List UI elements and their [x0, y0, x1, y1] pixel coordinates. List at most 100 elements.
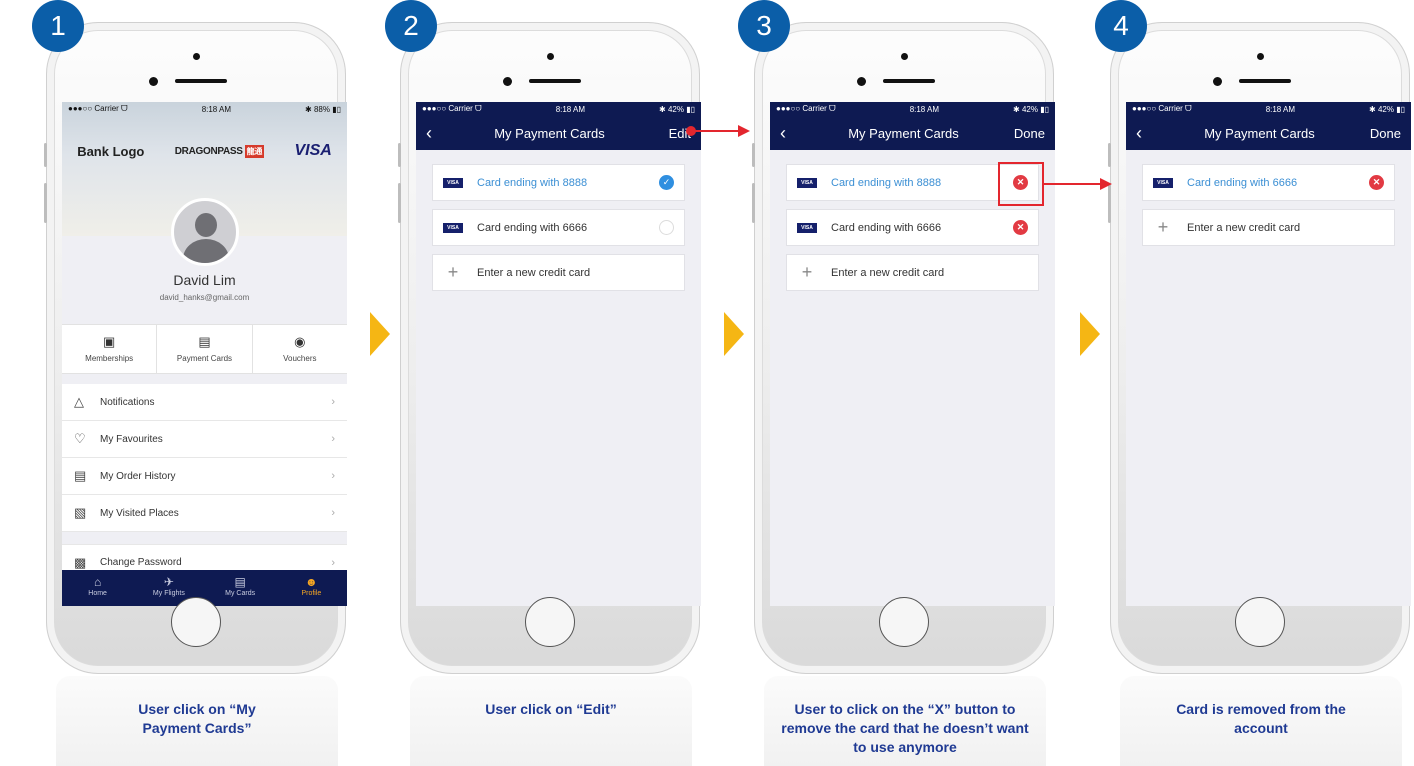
tab-home[interactable]: ⌂ Home [62, 570, 133, 606]
plus-icon: + [447, 262, 459, 282]
airplane-icon: ✈ [163, 575, 174, 589]
chevron-right-icon: › [331, 556, 335, 569]
status-battery: ✱ 42% ▮▯ [659, 104, 695, 114]
add-card-label: Enter a new credit card [1187, 221, 1301, 234]
annotation-line [1044, 183, 1102, 185]
card-label: Card ending with 6666 [831, 221, 942, 234]
menu-item-favourites[interactable]: ♡ My Favourites › [62, 421, 347, 458]
tab-label: My Cards [225, 590, 256, 597]
done-button[interactable]: Done [997, 126, 1045, 141]
status-bar: ●●●○○ Carrier ᗜ 8:18 AM ✱ 42% ▮▯ [770, 102, 1055, 116]
bell-icon: △ [74, 394, 84, 409]
add-card-row[interactable]: + Enter a new credit card [432, 254, 685, 291]
card-label: Card ending with 8888 [477, 176, 588, 189]
plus-icon: + [1157, 217, 1169, 237]
back-chevron-icon[interactable]: ‹ [426, 123, 456, 144]
visa-card-icon: VISA [443, 222, 463, 233]
nav-bar: ‹ My Payment Cards Done [1126, 116, 1411, 150]
next-step-arrow-icon [1080, 312, 1100, 356]
menu-item-visited-places[interactable]: ▧ My Visited Places › [62, 495, 347, 532]
status-time: 8:18 AM [201, 104, 232, 114]
status-signal: ●●●○○ Carrier ᗜ [1132, 104, 1192, 113]
tile-vouchers[interactable]: ◉ Vouchers [253, 325, 347, 373]
visited-places-icon: ▧ [74, 505, 87, 520]
dragonpass-logo: DRAGONPASS 龍通 [174, 144, 265, 158]
home-button[interactable] [525, 597, 575, 647]
back-chevron-icon[interactable]: ‹ [1136, 123, 1166, 144]
nav-title: My Payment Cards [1204, 125, 1315, 141]
next-step-arrow-icon [370, 312, 390, 356]
status-battery: ✱ 88% ▮▯ [305, 104, 341, 114]
dragonpass-mark: 龍通 [244, 144, 265, 158]
status-time: 8:18 AM [909, 104, 940, 114]
status-bar: ●●●○○ Carrier ᗜ 8:18 AM ✱ 42% ▮▯ [1126, 102, 1411, 116]
status-signal: ●●●○○ Carrier ᗜ [776, 104, 836, 113]
person-icon: ☻ [305, 575, 318, 589]
annotation-highlight-box [998, 162, 1044, 206]
status-battery: ✱ 42% ▮▯ [1013, 104, 1049, 114]
radio-empty-icon[interactable] [659, 220, 674, 235]
dragonpass-wordmark: DRAGONPASS [174, 145, 243, 157]
card-row[interactable]: VISA Card ending with 6666 [432, 209, 685, 246]
remove-card-icon[interactable]: ✕ [1369, 175, 1384, 190]
status-time: 8:18 AM [555, 104, 586, 114]
phone-step-4: ●●●○○ Carrier ᗜ 8:18 AM ✱ 42% ▮▯ ‹ My Pa… [1108, 22, 1411, 674]
remove-card-icon[interactable]: ✕ [1013, 220, 1028, 235]
status-time: 8:18 AM [1265, 104, 1296, 114]
profile-tiles: ▣ Memberships ▤ Payment Cards ◉ Vouchers [62, 324, 347, 374]
step-badge-4: 4 [1095, 0, 1147, 52]
next-step-arrow-icon [724, 312, 744, 356]
add-card-row[interactable]: + Enter a new credit card [786, 254, 1039, 291]
phone-step-2: ●●●○○ Carrier ᗜ 8:18 AM ✱ 42% ▮▯ ‹ My Pa… [398, 22, 701, 674]
visa-card-icon: VISA [1153, 177, 1173, 188]
status-signal: ●●●○○ Carrier ᗜ [68, 104, 128, 113]
menu-item-order-history[interactable]: ▤ My Order History › [62, 458, 347, 495]
annotation-arrow-icon [1100, 178, 1112, 190]
plus-icon: + [801, 262, 813, 282]
tile-memberships[interactable]: ▣ Memberships [62, 325, 158, 373]
tile-label: Vouchers [283, 354, 317, 363]
edit-button[interactable]: Edit [643, 126, 691, 141]
nav-title: My Payment Cards [848, 125, 959, 141]
screen-payment-cards-removed: ●●●○○ Carrier ᗜ 8:18 AM ✱ 42% ▮▯ ‹ My Pa… [1126, 102, 1411, 606]
card-label: Card ending with 6666 [1187, 176, 1298, 189]
menu-item-label: Change Password [100, 557, 182, 568]
card-row[interactable]: VISA Card ending with 6666 ✕ [1142, 164, 1395, 201]
check-icon[interactable]: ✓ [659, 175, 674, 190]
card-icon: ▤ [234, 575, 246, 589]
status-bar: ●●●○○ Carrier ᗜ 8:18 AM ✱ 42% ▮▯ [416, 102, 701, 116]
add-card-row[interactable]: + Enter a new credit card [1142, 209, 1395, 246]
tutorial-stage: ●●●○○ Carrier ᗜ 8:18 AM ✱ 88% ▮▯ Bank Lo… [0, 0, 1414, 766]
nav-bar: ‹ My Payment Cards Done [770, 116, 1055, 150]
home-button[interactable] [1235, 597, 1285, 647]
caption-step-2: User click on “Edit” [485, 701, 617, 717]
caption-step-4: Card is removed from the account [1176, 701, 1346, 736]
step-badge-1: 1 [32, 0, 84, 52]
tab-my-cards[interactable]: ▤ My Cards [205, 570, 276, 606]
heart-icon: ♡ [74, 431, 86, 446]
avatar[interactable] [170, 198, 239, 266]
card-row[interactable]: VISA Card ending with 6666 ✕ [786, 209, 1039, 246]
home-icon: ⌂ [94, 575, 102, 589]
visa-card-icon: VISA [797, 222, 817, 233]
home-button[interactable] [879, 597, 929, 647]
step-badge-2: 2 [385, 0, 437, 52]
voucher-icon: ◉ [294, 334, 306, 349]
screen-payment-cards: ●●●○○ Carrier ᗜ 8:18 AM ✱ 42% ▮▯ ‹ My Pa… [416, 102, 701, 606]
caption-step-1: User click on “My Payment Cards” [138, 701, 256, 736]
back-chevron-icon[interactable]: ‹ [780, 123, 810, 144]
card-row[interactable]: VISA Card ending with 8888 ✓ [432, 164, 685, 201]
chevron-right-icon: › [331, 507, 335, 519]
chevron-right-icon: › [331, 396, 335, 408]
menu-item-notifications[interactable]: △ Notifications › [62, 384, 347, 421]
nav-title: My Payment Cards [494, 125, 605, 141]
chevron-right-icon: › [331, 433, 335, 445]
tab-profile[interactable]: ☻ Profile [276, 570, 347, 606]
phone-step-1: ●●●○○ Carrier ᗜ 8:18 AM ✱ 88% ▮▯ Bank Lo… [44, 22, 347, 674]
tile-payment-cards[interactable]: ▤ Payment Cards [157, 325, 253, 373]
done-button[interactable]: Done [1353, 126, 1401, 141]
caption-step-3: User to click on the “X” button to remov… [781, 701, 1029, 755]
status-signal: ●●●○○ Carrier ᗜ [422, 104, 482, 113]
home-button[interactable] [171, 597, 221, 647]
bank-logo: Bank Logo [77, 143, 145, 159]
